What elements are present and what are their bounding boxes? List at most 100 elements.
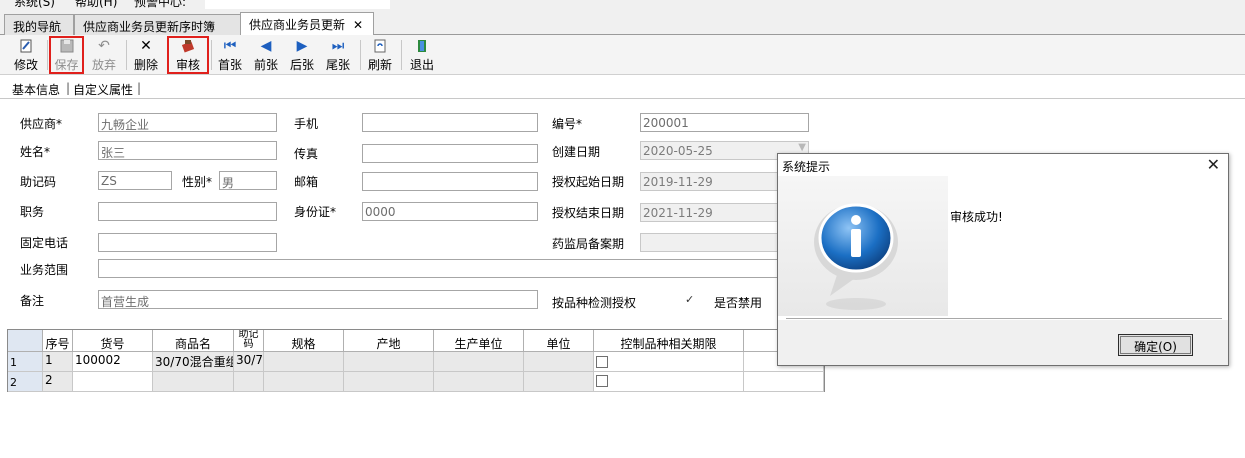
subtab-divider: |: [66, 81, 71, 95]
mnemonic-cell[interactable]: 30/70: [234, 352, 264, 372]
mobile-label: 手机: [294, 117, 319, 131]
id-card-field[interactable]: 0000: [362, 202, 538, 221]
spec-cell[interactable]: [264, 372, 344, 392]
next-record-button[interactable]: ▶ 后张: [287, 38, 317, 72]
menu-system[interactable]: 系统(S): [14, 0, 55, 10]
grid-header[interactable]: 产地: [344, 330, 434, 352]
unit-cell[interactable]: [524, 372, 594, 392]
refresh-button[interactable]: 刷新: [365, 38, 395, 72]
email-field[interactable]: [362, 172, 538, 191]
tab-label: 供应商业务员更新序时簿: [83, 20, 216, 34]
code-label: 编号*: [552, 117, 583, 131]
document-tabs: 我的导航 供应商业务员更新序时簿 供应商业务员更新 ✕: [0, 10, 1245, 36]
item-no-cell[interactable]: [73, 372, 153, 392]
seq-cell[interactable]: 1: [43, 352, 73, 372]
remark-field[interactable]: 首营生成: [98, 290, 538, 309]
audit-label: 审核: [175, 58, 200, 72]
info-icon: [814, 203, 898, 310]
refresh-icon: [365, 38, 395, 55]
control-period-checkbox[interactable]: [596, 356, 608, 368]
mnemonic-cell[interactable]: [234, 372, 264, 392]
close-icon[interactable]: ✕: [353, 18, 363, 32]
edit-button[interactable]: 修改: [8, 38, 44, 72]
ok-button[interactable]: 确定(O): [1118, 334, 1193, 356]
fax-label: 传真: [294, 147, 319, 161]
dialog-titlebar[interactable]: 系统提示 ✕: [778, 154, 1228, 176]
by-category-auth-label: 按品种检测授权: [552, 296, 637, 310]
grid-header[interactable]: 助记码: [234, 330, 264, 352]
delete-icon: ✕: [140, 38, 152, 54]
fax-field[interactable]: [362, 144, 538, 163]
exit-button[interactable]: 退出: [406, 38, 438, 72]
remark-cell[interactable]: [744, 372, 824, 392]
code-field[interactable]: 200001: [640, 113, 809, 132]
dropdown-arrow-icon[interactable]: ▼: [798, 142, 806, 153]
prev-icon: ◀: [260, 38, 272, 54]
separator: [360, 40, 361, 70]
tab-supplier-salesman-update[interactable]: 供应商业务员更新 ✕: [240, 12, 374, 36]
control-period-checkbox[interactable]: [596, 375, 608, 387]
gender-label: 性别*: [182, 175, 213, 189]
last-record-button[interactable]: ⏭ 尾张: [323, 38, 353, 72]
delete-button[interactable]: ✕ 删除: [131, 38, 161, 72]
alert-center-box: [205, 0, 390, 9]
seq-cell[interactable]: 2: [43, 372, 73, 392]
name-field[interactable]: 张三: [98, 141, 277, 160]
product-name-cell[interactable]: [153, 372, 234, 392]
gender-field[interactable]: 男: [219, 171, 277, 190]
mnemonic-field[interactable]: ZS: [98, 171, 172, 190]
save-button[interactable]: 保存: [49, 36, 84, 74]
manufacturer-cell[interactable]: [434, 352, 524, 372]
row-number[interactable]: 1: [8, 352, 43, 372]
menu-alert-center[interactable]: 预警中心:: [134, 0, 186, 10]
prev-record-button[interactable]: ◀ 前张: [251, 38, 281, 72]
grid-header[interactable]: 货号: [73, 330, 153, 352]
row-number[interactable]: 2: [8, 372, 43, 392]
manufacturer-cell[interactable]: [434, 372, 524, 392]
origin-cell[interactable]: [344, 372, 434, 392]
tab-supplier-salesman-list[interactable]: 供应商业务员更新序时簿: [74, 14, 241, 35]
id-card-label: 身份证*: [294, 205, 337, 219]
form-subtabs: 基本信息 | 自定义属性 |: [0, 77, 1245, 99]
edit-label: 修改: [13, 58, 38, 72]
tab-label: 供应商业务员更新: [249, 18, 346, 32]
by-category-auth-checkbox[interactable]: [684, 293, 696, 308]
product-grid: 序号 货号 商品名 助记码 规格 产地 生产单位 单位 控制品种相关期限 备 1…: [7, 329, 825, 392]
mobile-field[interactable]: [362, 113, 538, 132]
position-field[interactable]: [98, 202, 277, 221]
first-record-button[interactable]: ⏮ 首张: [215, 38, 245, 72]
last-icon: ⏭: [331, 38, 345, 54]
landline-field[interactable]: [98, 233, 277, 252]
info-icon-panel: [778, 176, 948, 316]
dialog-body: 审核成功!: [778, 176, 1228, 320]
spec-cell[interactable]: [264, 352, 344, 372]
subtab-custom-attributes[interactable]: 自定义属性: [73, 81, 133, 98]
origin-cell[interactable]: [344, 352, 434, 372]
unit-cell[interactable]: [524, 352, 594, 372]
grid-header[interactable]: 单位: [524, 330, 594, 352]
supplier-field[interactable]: 九畅企业: [98, 113, 277, 132]
discard-button[interactable]: ↶ 放弃: [88, 38, 120, 72]
grid-header[interactable]: 商品名: [153, 330, 234, 352]
menu-help[interactable]: 帮助(H): [75, 0, 117, 10]
business-scope-field[interactable]: [98, 259, 778, 278]
item-no-cell[interactable]: 100002: [73, 352, 153, 372]
separator: [126, 40, 127, 70]
close-icon[interactable]: ✕: [1207, 155, 1220, 174]
control-period-cell[interactable]: [594, 352, 744, 372]
grid-header[interactable]: 控制品种相关期限: [594, 330, 744, 352]
control-period-cell[interactable]: [594, 372, 744, 392]
created-date-value: 2020-05-25: [643, 144, 713, 158]
refresh-label: 刷新: [367, 58, 392, 72]
grid-header[interactable]: 生产单位: [434, 330, 524, 352]
landline-label: 固定电话: [20, 236, 69, 250]
grid-header[interactable]: 规格: [264, 330, 344, 352]
position-label: 职务: [20, 205, 45, 219]
audit-button[interactable]: 审核: [167, 36, 209, 74]
delete-label: 删除: [133, 58, 158, 72]
grid-header[interactable]: 序号: [43, 330, 73, 352]
subtab-basic-info[interactable]: 基本信息: [12, 81, 60, 98]
tab-my-navigation[interactable]: 我的导航: [4, 14, 74, 35]
product-name-cell[interactable]: 30/70混合重组: [153, 352, 234, 372]
separator: [401, 40, 402, 70]
